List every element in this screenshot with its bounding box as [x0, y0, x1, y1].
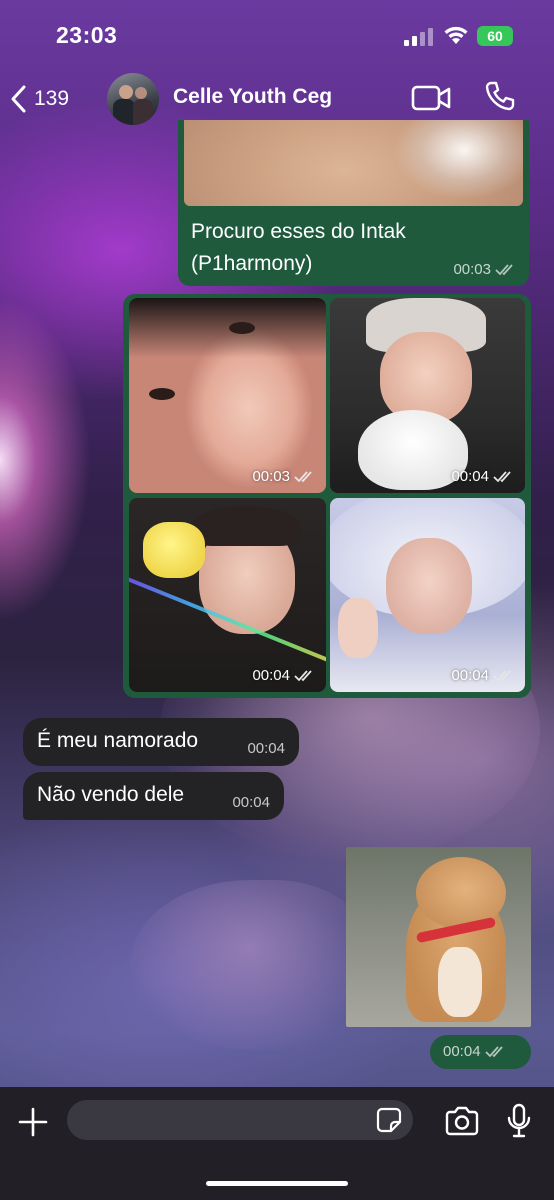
album-photo-4[interactable]: 00:04 — [330, 498, 525, 692]
status-time: 23:03 — [56, 22, 118, 48]
outgoing-image-message[interactable]: Procuro esses do Intak (P1harmony) 00:03 — [178, 120, 529, 286]
wifi-icon — [444, 26, 468, 44]
incoming-text-message[interactable]: Não vendo dele 00:04 — [23, 772, 284, 820]
message-input[interactable] — [67, 1100, 413, 1140]
photo-meta: 00:03 — [252, 468, 316, 485]
outgoing-sticker[interactable] — [346, 847, 531, 1027]
caption-line-1: Procuro esses do Intak — [191, 220, 406, 243]
cellular-signal-icon — [404, 28, 434, 46]
photo-eye — [149, 388, 175, 400]
home-indicator — [206, 1181, 348, 1186]
double-check-icon — [493, 470, 511, 482]
voice-call-button[interactable] — [484, 80, 516, 112]
status-bar: 23:03 60 — [0, 0, 554, 70]
battery-level: 60 — [487, 28, 503, 44]
photo-hair — [191, 506, 301, 546]
attach-button[interactable] — [16, 1105, 50, 1139]
sticker-time-badge: 00:04 — [430, 1035, 531, 1069]
camera-button[interactable] — [444, 1106, 480, 1136]
double-check-icon — [294, 470, 312, 482]
message-time: 00:04 — [247, 740, 285, 757]
photo-hair — [129, 298, 326, 358]
chat-name[interactable]: Celle Youth Ceg — [173, 85, 332, 109]
unread-count: 139 — [34, 87, 70, 110]
caption-line-2: (P1harmony) — [191, 252, 313, 275]
message-text: É meu namorado — [37, 729, 199, 752]
battery-indicator: 60 — [477, 26, 513, 46]
double-check-icon — [495, 263, 513, 275]
photo-meta: 00:04 — [451, 667, 515, 684]
video-camera-icon — [411, 85, 451, 111]
photo-time: 00:03 — [252, 468, 290, 485]
photo-meta: 00:04 — [451, 468, 515, 485]
sticker-button[interactable] — [376, 1107, 402, 1133]
back-button[interactable]: 139 — [10, 82, 69, 116]
album-photo-1[interactable]: 00:03 — [129, 298, 326, 493]
plus-icon — [18, 1107, 48, 1137]
incoming-text-message[interactable]: É meu namorado 00:04 — [23, 718, 299, 766]
microphone-icon — [507, 1103, 531, 1138]
double-check-icon — [484, 1045, 503, 1057]
camera-icon — [445, 1106, 479, 1136]
photo-eye — [229, 322, 255, 334]
voice-message-button[interactable] — [506, 1103, 532, 1139]
sticker-dog-chest — [438, 947, 482, 1017]
message-meta: 00:04 — [443, 1043, 507, 1060]
double-check-icon — [493, 669, 511, 681]
video-call-button[interactable] — [411, 84, 451, 112]
shared-photo[interactable] — [184, 120, 523, 206]
message-time: 00:03 — [453, 261, 491, 278]
message-time: 00:04 — [443, 1043, 481, 1060]
message-text: Não vendo dele — [37, 783, 185, 806]
album-photo-3[interactable]: 00:04 — [129, 498, 326, 692]
photo-time: 00:04 — [451, 667, 489, 684]
message-caption: Procuro esses do Intak (P1harmony) — [191, 216, 406, 280]
phone-icon — [485, 81, 515, 111]
chat-avatar[interactable] — [107, 73, 159, 125]
chevron-left-icon — [11, 85, 26, 113]
outgoing-photo-album[interactable]: 00:03 00:04 00:04 00:04 — [123, 294, 531, 698]
photo-meta: 00:04 — [252, 667, 316, 684]
photo-face — [386, 538, 472, 634]
photo-star-plush — [143, 522, 205, 578]
message-time: 00:04 — [232, 794, 270, 811]
message-meta: 00:03 — [453, 261, 517, 278]
photo-time: 00:04 — [451, 468, 489, 485]
album-photo-2[interactable]: 00:04 — [330, 298, 525, 493]
wallpaper-hand — [130, 880, 370, 1050]
photo-time: 00:04 — [252, 667, 290, 684]
sticker-icon — [376, 1107, 402, 1133]
double-check-icon — [294, 669, 312, 681]
photo-hand — [338, 598, 378, 658]
